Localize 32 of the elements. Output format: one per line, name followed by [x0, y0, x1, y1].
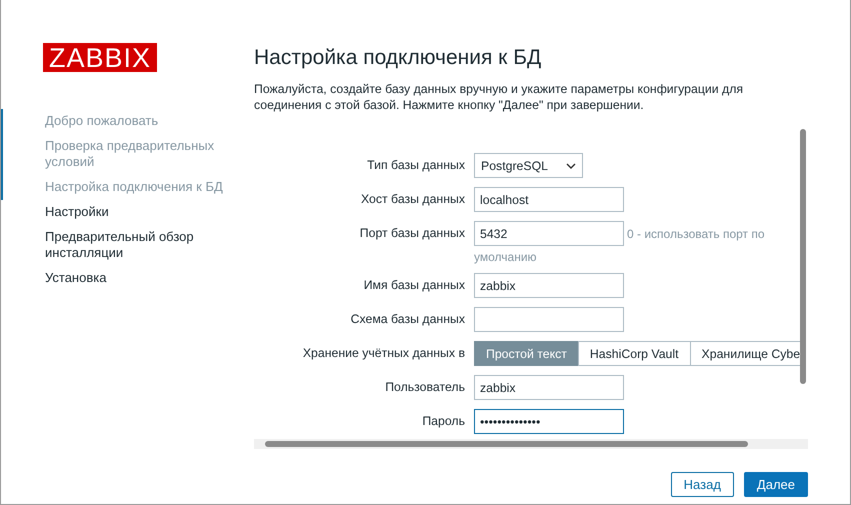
- description-text: Пожалуйста, создайте базу данных вручную и укажите параметры конфигурации для соединения с этой базой. Нажмите кнопку "Далее" при завершении.: [254, 81, 744, 113]
- horizontal-scrollbar[interactable]: [254, 439, 808, 449]
- field-label: Тип базы данных: [366, 157, 466, 174]
- step-item: Установка: [44, 269, 108, 287]
- database-type-dropdown[interactable]: PostgreSQL: [474, 153, 583, 178]
- step-item: Добро пожаловать: [1, 109, 254, 134]
- field-label: Хост базы данных: [360, 191, 466, 208]
- field-label: Пользователь: [384, 379, 466, 396]
- field-label: Пароль: [421, 413, 466, 430]
- field-label: Схема базы данных: [350, 311, 466, 328]
- input-field[interactable]: 5432: [474, 221, 624, 246]
- segment-tab[interactable]: HashiCorp Vault: [578, 341, 691, 366]
- hint-text: умолчанию: [474, 250, 538, 264]
- input-field[interactable]: zabbix: [474, 375, 624, 400]
- back-button[interactable]: Назад: [670, 472, 734, 497]
- field-label: Порт базы данных: [358, 225, 466, 242]
- logo: ZABBIX: [43, 43, 157, 72]
- hint-text: 0 - использовать порт по: [627, 226, 765, 240]
- field-label: Хранение учётных данных в: [302, 345, 466, 362]
- input-field[interactable]: localhost: [474, 187, 624, 212]
- step-item: Настройка подключения к БД: [1, 175, 254, 200]
- next-button[interactable]: Далее: [744, 472, 808, 497]
- input-field[interactable]: zabbix: [474, 273, 624, 298]
- field-label: Имя базы данных: [362, 277, 466, 294]
- input-field[interactable]: [474, 307, 624, 332]
- segment-tab[interactable]: Хранилище Cybe: [690, 341, 800, 366]
- step-item: Настройки: [44, 203, 110, 221]
- input-field[interactable]: ••••••••••••••: [474, 409, 624, 434]
- step-item: Предварительный обзор инсталляции: [44, 228, 195, 262]
- page-title: Настройка подключения к БД: [254, 45, 542, 71]
- chevron-icon: [566, 162, 576, 168]
- step-item: Проверка предварительных условий: [1, 134, 254, 175]
